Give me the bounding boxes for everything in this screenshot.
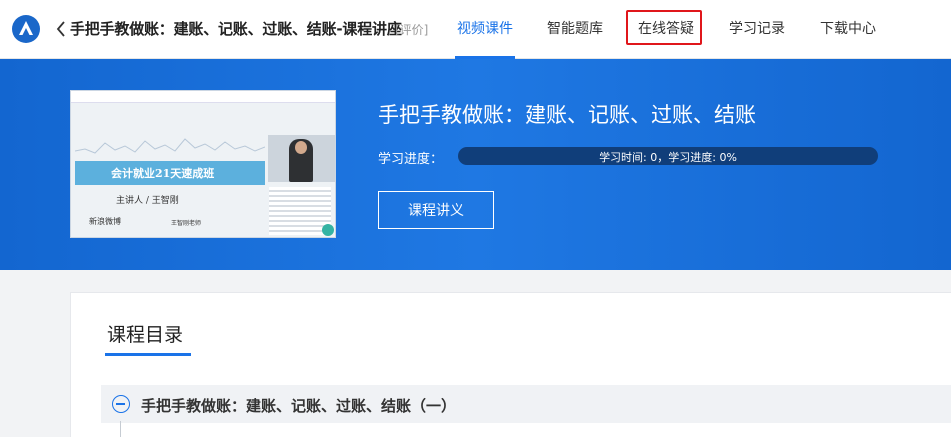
progress-label: 学习进度： (378, 152, 444, 167)
online-qa-highlight-box (626, 10, 702, 45)
back-arrow-icon[interactable] (54, 19, 68, 39)
top-nav-bar: 手把手教做账：建账、记账、过账、结账-课程讲座 [评价] 视频课件 智能题库 在… (0, 0, 951, 59)
chapter-title: 手把手教做账：建账、记账、过账、结账（一） (141, 397, 457, 415)
tab-video-courseware[interactable]: 视频课件 (457, 18, 513, 38)
tab-smart-question-bank[interactable]: 智能题库 (547, 18, 603, 38)
tab-download-center[interactable]: 下载中心 (820, 18, 876, 38)
chapter-row[interactable]: 手把手教做账：建账、记账、过账、结账（一） (101, 385, 951, 423)
brand-logo-icon[interactable] (12, 15, 40, 43)
course-banner: 会计就业21天速成班 主讲人 / 王智刚 新浪微博 王智刚老师 手把手教做账：建… (0, 59, 951, 270)
catalog-title-underline (105, 353, 191, 356)
tree-connector-line (120, 421, 121, 437)
thumbnail-weibo: 新浪微博 (89, 217, 121, 226)
thumbnail-band-text: 会计就业21天速成班 (111, 167, 215, 180)
rate-link[interactable]: [评价] (395, 21, 428, 38)
thumbnail-round-icon (322, 224, 334, 236)
thumbnail-wave-decoration (75, 138, 265, 154)
course-lecture-notes-button[interactable]: 课程讲义 (378, 191, 494, 229)
progress-bar: 学习时间: 0，学习进度: 0% (458, 147, 878, 165)
thumbnail-presenter: 主讲人 / 王智刚 (116, 196, 179, 206)
thumbnail-person-face (295, 141, 307, 154)
course-title: 手把手教做账：建账、记账、过账、结账-课程讲座 (70, 20, 402, 38)
thumbnail-teacher: 王智刚老师 (171, 220, 202, 227)
thumbnail-top-strip (71, 91, 335, 103)
course-catalog-card: 课程目录 手把手教做账：建账、记账、过账、结账（一） (70, 292, 951, 437)
catalog-title: 课程目录 (107, 324, 184, 346)
progress-bar-text: 学习时间: 0，学习进度: 0% (599, 151, 737, 164)
banner-course-title: 手把手教做账：建账、记账、过账、结账 (378, 103, 756, 127)
collapse-minus-icon[interactable] (112, 395, 130, 413)
tab-study-records[interactable]: 学习记录 (729, 18, 785, 38)
course-video-thumbnail[interactable]: 会计就业21天速成班 主讲人 / 王智刚 新浪微博 王智刚老师 (70, 90, 336, 238)
